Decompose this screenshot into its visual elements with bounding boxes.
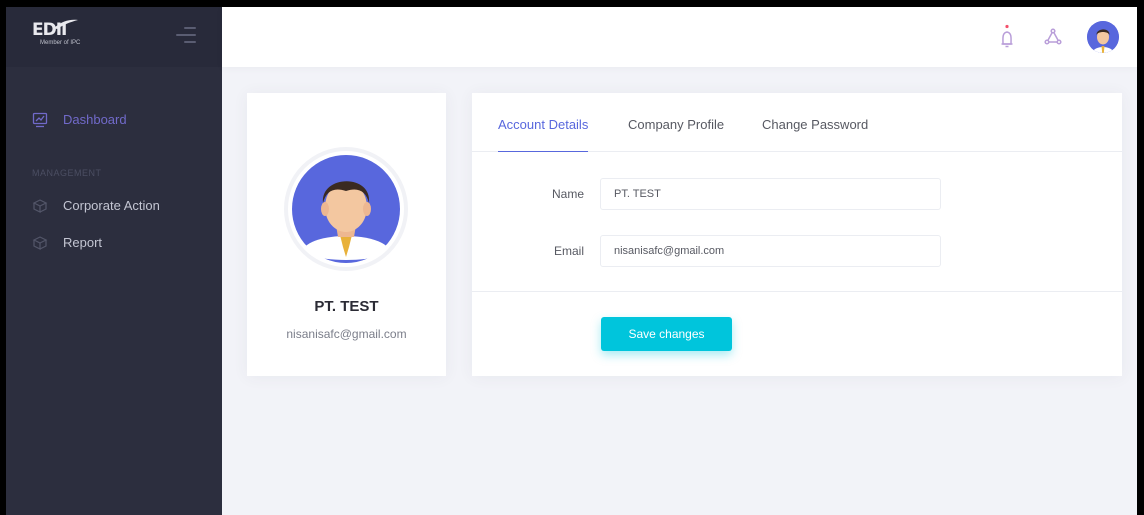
- profile-card: PT. TEST nisanisafc@gmail.com: [247, 93, 446, 376]
- form-divider: [472, 291, 1122, 292]
- user-avatar-icon: [1087, 21, 1119, 53]
- hamburger-icon: [184, 27, 196, 29]
- sidebar-toggle-button[interactable]: [176, 27, 196, 45]
- tab-company-profile[interactable]: Company Profile: [628, 117, 724, 151]
- name-input[interactable]: [600, 178, 941, 210]
- account-details-card: Account Details Company Profile Change P…: [472, 93, 1122, 376]
- save-changes-button[interactable]: Save changes: [601, 317, 732, 351]
- box-icon: [32, 235, 48, 251]
- hamburger-icon: [176, 34, 196, 36]
- tab-change-password[interactable]: Change Password: [762, 117, 868, 151]
- sidebar-item-dashboard[interactable]: Dashboard: [6, 101, 222, 138]
- sidebar-item-corporate-action[interactable]: Corporate Action: [6, 187, 222, 224]
- profile-avatar: [284, 147, 408, 271]
- logo-tagline: Member of IPC: [40, 40, 81, 46]
- form-row-email: Email: [472, 235, 1122, 267]
- sidebar-nav: Dashboard MANAGEMENT Corporate Action Re…: [6, 67, 222, 261]
- sidebar-item-label: Dashboard: [63, 112, 127, 127]
- profile-avatar-icon: [292, 155, 400, 263]
- profile-name: PT. TEST: [314, 298, 379, 315]
- sidebar-section-label: MANAGEMENT: [32, 168, 102, 178]
- profile-email: nisanisafc@gmail.com: [286, 327, 407, 341]
- sidebar-item-label: Report: [63, 235, 103, 250]
- logo-swoosh-icon: [54, 19, 78, 29]
- sidebar: EDII Member of IPC Dashboard MANAGEMENT …: [6, 7, 222, 515]
- email-input[interactable]: [600, 235, 941, 267]
- hamburger-icon: [184, 41, 196, 43]
- name-label: Name: [551, 187, 584, 201]
- chart-icon: [32, 112, 48, 128]
- topbar: [222, 7, 1137, 67]
- topbar-actions: [971, 21, 1119, 53]
- form-row-name: Name: [472, 178, 1122, 210]
- network-icon: [1044, 28, 1062, 45]
- sidebar-item-label: Corporate Action: [63, 198, 160, 213]
- app-frame: EDII Member of IPC Dashboard MANAGEMENT …: [6, 7, 1137, 515]
- notifications-button[interactable]: [997, 22, 1017, 52]
- tab-account-details[interactable]: Account Details: [498, 117, 589, 152]
- profile-tabs: Account Details Company Profile Change P…: [472, 93, 1122, 152]
- sidebar-item-report[interactable]: Report: [6, 224, 222, 261]
- box-icon: [32, 198, 48, 214]
- bell-icon: [1001, 24, 1013, 48]
- quick-actions-button[interactable]: [1043, 22, 1063, 52]
- user-avatar[interactable]: [1087, 21, 1119, 53]
- email-label: Email: [553, 244, 584, 258]
- brand-header: EDII Member of IPC: [6, 7, 222, 67]
